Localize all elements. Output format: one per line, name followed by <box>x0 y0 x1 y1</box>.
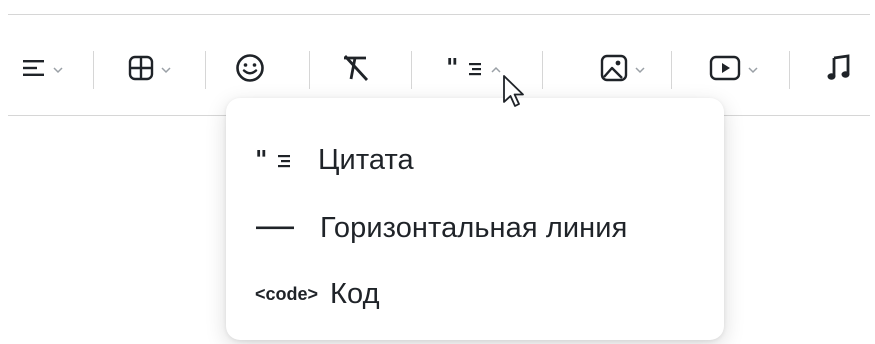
block-format-button[interactable]: " <box>428 45 520 95</box>
emoji-button[interactable] <box>226 45 274 95</box>
dropdown-item-label: Горизонтальная линия <box>320 211 628 244</box>
dropdown-item-label: Цитата <box>318 143 414 176</box>
quote-block-icon: " <box>446 53 484 84</box>
toolbar-separator <box>205 51 206 89</box>
code-icon: <code> <box>255 285 318 303</box>
toolbar-separator <box>671 51 672 89</box>
svg-text:": " <box>255 149 268 171</box>
image-icon <box>600 54 628 87</box>
chevron-up-icon <box>490 64 502 76</box>
code-icon-text: <code> <box>255 284 319 304</box>
chevron-down-icon <box>634 64 646 76</box>
toolbar-separator <box>309 51 310 89</box>
dropdown-item-horizontal-line[interactable]: Горизонтальная линия <box>226 196 724 260</box>
align-left-icon <box>22 56 46 85</box>
clear-format-button[interactable] <box>330 45 380 95</box>
block-format-dropdown: " Цитата Горизонтальная линия <code> Код <box>226 98 724 340</box>
table-icon <box>128 55 154 86</box>
video-button[interactable] <box>693 45 775 95</box>
dropdown-item-quote[interactable]: " Цитата <box>226 128 724 192</box>
audio-icon <box>826 53 852 87</box>
chevron-down-icon <box>747 64 759 76</box>
clear-format-icon <box>340 53 370 88</box>
chevron-down-icon <box>160 64 172 76</box>
align-button[interactable] <box>5 45 81 95</box>
svg-text:": " <box>446 57 459 79</box>
image-button[interactable] <box>583 45 663 95</box>
horizontal-line-icon <box>255 225 305 231</box>
toolbar-separator <box>411 51 412 89</box>
toolbar-separator <box>789 51 790 89</box>
toolbar-top-divider <box>8 14 870 15</box>
audio-button[interactable] <box>815 45 863 95</box>
dropdown-item-code[interactable]: <code> Код <box>226 262 724 326</box>
toolbar-separator <box>542 51 543 89</box>
quote-block-icon: " <box>255 149 305 171</box>
dropdown-item-label: Код <box>330 277 380 310</box>
toolbar-buttons: " <box>0 45 875 95</box>
emoji-icon <box>235 53 265 88</box>
table-button[interactable] <box>110 45 190 95</box>
toolbar-separator <box>93 51 94 89</box>
chevron-down-icon <box>52 64 64 76</box>
video-icon <box>709 54 741 87</box>
